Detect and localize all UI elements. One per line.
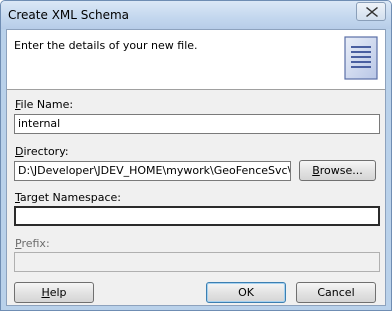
dialog-title: Create XML Schema [8,8,130,22]
header-instruction: Enter the details of your new file. [14,39,198,52]
target-namespace-input[interactable] [14,206,380,226]
help-button[interactable]: Help [14,282,94,303]
header-band: Enter the details of your new file. [7,30,385,90]
close-icon [366,7,378,17]
dialog-window: Create XML Schema Enter the details of y… [0,0,392,311]
dialog-body: Enter the details of your new file. File… [6,29,386,306]
prefix-label: Prefix: [15,237,50,250]
title-bar[interactable]: Create XML Schema [1,1,391,29]
target-namespace-label: Target Namespace: [15,191,121,204]
directory-input[interactable]: D:\JDeveloper\JDEV_HOME\mywork\GeoFenceS… [14,161,291,181]
file-name-input[interactable]: internal [14,114,380,134]
ok-button[interactable]: OK [206,282,286,303]
browse-button[interactable]: Browse... [299,160,376,181]
close-button[interactable] [356,2,386,21]
document-lines-icon [344,36,378,80]
prefix-input[interactable] [14,252,380,272]
directory-label: Directory: [15,145,69,158]
file-name-label: File Name: [15,98,74,111]
cancel-button[interactable]: Cancel [296,282,376,303]
